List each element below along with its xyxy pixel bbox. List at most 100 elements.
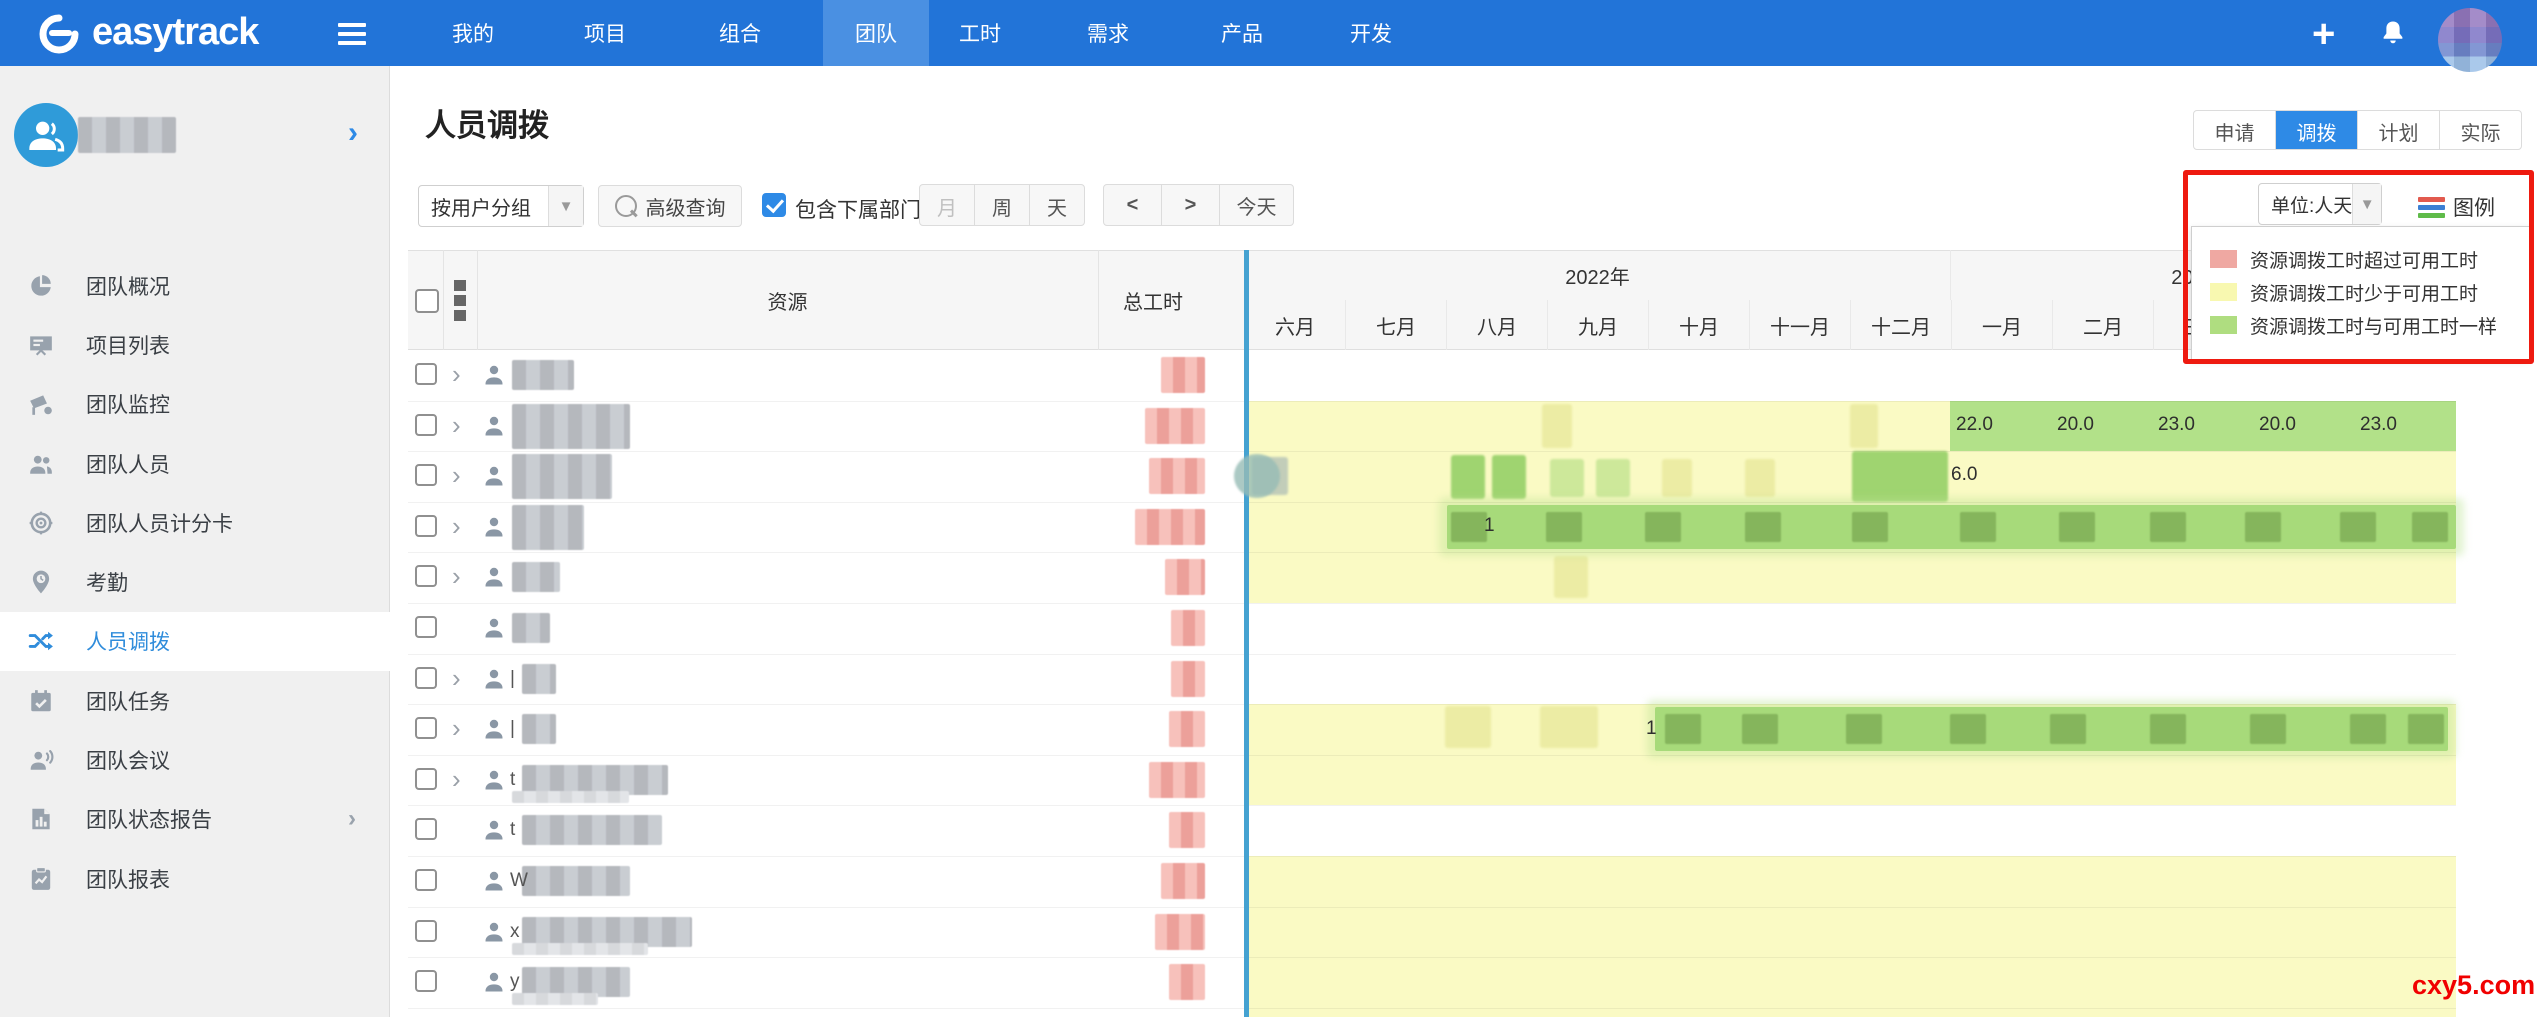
sidebar-item-项目列表[interactable]: 项目列表 — [0, 315, 390, 374]
resource-name-redacted[interactable] — [512, 360, 574, 390]
resource-name-redacted[interactable] — [522, 815, 662, 845]
resource-name-redacted[interactable] — [512, 562, 560, 592]
total-hours-bar-redacted — [1171, 661, 1205, 697]
sidebar-item-团队监控[interactable]: 团队监控 — [0, 375, 390, 434]
sidebar-user-avatar[interactable] — [14, 103, 78, 167]
view-mode-周[interactable]: 周 — [975, 185, 1030, 226]
unit-dropdown[interactable]: 单位:人天 ▼ — [2258, 183, 2382, 225]
month-header-二月: 二月 — [2052, 300, 2153, 350]
user-avatar[interactable] — [2438, 8, 2502, 72]
row-expand-chevron-icon[interactable]: › — [452, 513, 461, 539]
row-divider — [408, 654, 2456, 655]
tab-申请[interactable]: 申请 — [2194, 111, 2276, 150]
row-checkbox[interactable] — [415, 818, 437, 840]
easytrack-logo[interactable]: easytrack — [92, 11, 258, 54]
sidebar-user-chevron-icon[interactable]: › — [348, 116, 358, 150]
resource-name-redacted[interactable] — [522, 664, 556, 694]
prev-period-button[interactable]: < — [1104, 185, 1162, 225]
resource-name-redacted[interactable] — [512, 404, 630, 449]
sidebar-item-团队概况[interactable]: 团队概况 — [0, 256, 390, 315]
chevron-right-icon: › — [348, 805, 356, 833]
nav-item-需求[interactable]: 需求 — [1055, 0, 1161, 66]
row-checkbox[interactable] — [415, 768, 437, 790]
total-hours-column-header[interactable]: 总工时 — [1098, 250, 1208, 350]
row-checkbox[interactable] — [415, 869, 437, 891]
row-expand-chevron-icon[interactable]: › — [452, 563, 461, 589]
nav-item-组合[interactable]: 组合 — [687, 0, 793, 66]
resource-name-redacted[interactable] — [522, 866, 630, 896]
column-options-icon[interactable] — [454, 280, 466, 325]
row-checkbox[interactable] — [415, 414, 437, 436]
row-divider — [408, 603, 2456, 604]
shuffle-icon — [28, 628, 54, 654]
row-expand-chevron-icon[interactable]: › — [452, 462, 461, 488]
row-checkbox[interactable] — [415, 920, 437, 942]
row-checkbox[interactable] — [415, 464, 437, 486]
resource-name-redacted[interactable] — [522, 714, 556, 744]
today-button[interactable]: 今天 — [1220, 185, 1293, 225]
row-expand-chevron-icon[interactable]: › — [452, 665, 461, 691]
blurred-value-mark — [2412, 512, 2448, 542]
nav-item-产品[interactable]: 产品 — [1189, 0, 1295, 66]
row-expand-chevron-icon[interactable]: › — [452, 766, 461, 792]
sidebar-item-人员调拨[interactable]: 人员调拨 — [0, 612, 390, 671]
person-icon — [482, 616, 506, 640]
group-by-dropdown[interactable]: 按用户分组 ▼ — [418, 185, 584, 227]
timeline-nav-group: < > 今天 — [1103, 184, 1294, 226]
row-checkbox[interactable] — [415, 565, 437, 587]
nav-item-工时[interactable]: 工时 — [927, 0, 1033, 66]
row-checkbox[interactable] — [415, 667, 437, 689]
sidebar-item-团队人员计分卡[interactable]: 团队人员计分卡 — [0, 493, 390, 552]
task-calendar-icon — [28, 688, 54, 714]
row-divider — [408, 957, 2456, 958]
tab-实际[interactable]: 实际 — [2440, 111, 2521, 150]
resource-name-redacted[interactable] — [512, 613, 550, 643]
include-subdepts-label[interactable]: 包含下属部门 — [795, 194, 921, 224]
sidebar-item-团队会议[interactable]: 团队会议 — [0, 730, 390, 789]
sidebar-item-团队报表[interactable]: 团队报表 — [0, 849, 390, 908]
legend-button[interactable]: 图例 — [2418, 192, 2528, 222]
view-mode-天[interactable]: 天 — [1030, 185, 1084, 226]
row-expand-chevron-icon[interactable]: › — [452, 412, 461, 438]
sidebar-item-团队任务[interactable]: 团队任务 — [0, 671, 390, 730]
resource-column-header[interactable]: 资源 — [477, 250, 1098, 350]
tab-调拨[interactable]: 调拨 — [2276, 111, 2358, 150]
nav-item-项目[interactable]: 项目 — [552, 0, 658, 66]
row-divider — [408, 451, 2456, 452]
tab-计划[interactable]: 计划 — [2358, 111, 2440, 150]
hamburger-menu-icon[interactable] — [338, 23, 366, 50]
blurred-value-mark — [1451, 512, 1487, 542]
nav-item-我的[interactable]: 我的 — [420, 0, 526, 66]
nav-item-团队[interactable]: 团队 — [823, 0, 929, 66]
sidebar-item-团队状态报告[interactable]: 团队状态报告› — [0, 790, 390, 849]
sidebar-item-label: 团队概况 — [86, 271, 170, 301]
easytrack-logo-icon[interactable] — [36, 12, 82, 56]
add-icon[interactable]: + — [2312, 12, 2335, 57]
row-expand-chevron-icon[interactable]: › — [452, 361, 461, 387]
blurred-value-mark — [2245, 512, 2281, 542]
resource-name-redacted[interactable] — [512, 454, 612, 499]
resource-name-redacted[interactable] — [512, 505, 584, 550]
sidebar-item-考勤[interactable]: 考勤 — [0, 552, 390, 611]
row-checkbox[interactable] — [415, 616, 437, 638]
row-expand-chevron-icon[interactable]: › — [452, 715, 461, 741]
row-checkbox[interactable] — [415, 970, 437, 992]
include-subdepts-checkbox[interactable] — [762, 193, 786, 217]
row-checkbox[interactable] — [415, 515, 437, 537]
total-hours-bar-redacted — [1165, 559, 1205, 595]
allocation-band-yellow — [1244, 552, 2456, 603]
select-all-checkbox[interactable] — [415, 289, 439, 313]
allocation-band-yellow — [1244, 856, 2456, 1017]
nav-item-开发[interactable]: 开发 — [1318, 0, 1424, 66]
allocation-bar[interactable] — [1447, 505, 2456, 549]
row-checkbox[interactable] — [415, 363, 437, 385]
advanced-query-button[interactable]: 高级查询 — [598, 185, 742, 227]
month-header-十二月: 十二月 — [1850, 300, 1951, 350]
meeting-speaker-icon — [28, 747, 54, 773]
bell-icon[interactable] — [2378, 18, 2408, 50]
next-period-button[interactable]: > — [1162, 185, 1220, 225]
row-divider — [408, 502, 2456, 503]
row-checkbox[interactable] — [415, 717, 437, 739]
legend-swatch — [2210, 250, 2237, 268]
sidebar-item-团队人员[interactable]: 团队人员 — [0, 434, 390, 493]
